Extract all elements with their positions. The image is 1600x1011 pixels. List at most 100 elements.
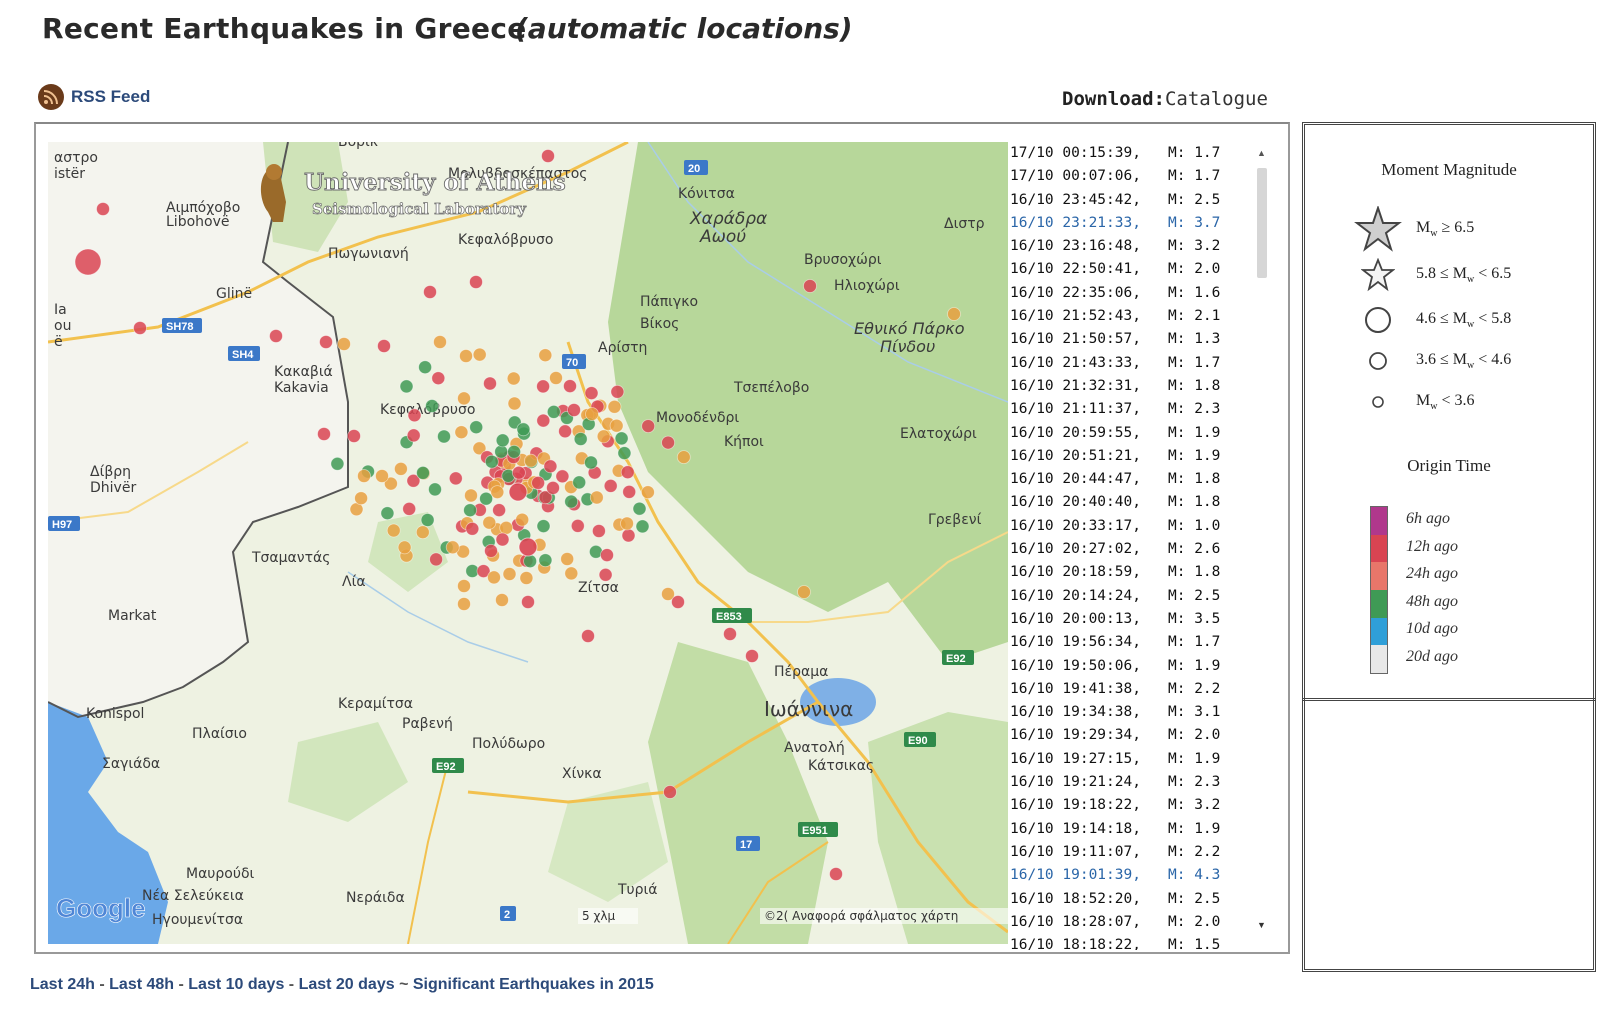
quake-marker[interactable] <box>641 485 655 500</box>
quake-marker[interactable] <box>459 349 473 363</box>
quake-marker[interactable] <box>536 379 551 394</box>
quake-list-scrollbar[interactable]: ▲ ▼ <box>1254 142 1270 950</box>
quake-marker[interactable] <box>499 520 514 535</box>
scroll-up-icon[interactable]: ▲ <box>1257 148 1266 158</box>
quake-marker[interactable] <box>431 371 446 386</box>
quake-marker[interactable] <box>472 347 487 362</box>
quake-marker[interactable] <box>745 649 759 663</box>
quake-marker[interactable] <box>330 456 345 471</box>
quake-list-row[interactable]: 16/10 21:11:37, M: 2.3 <box>1010 398 1272 421</box>
quake-marker[interactable] <box>546 404 561 419</box>
quake-list-row[interactable]: 16/10 20:40:40, M: 1.8 <box>1010 491 1272 514</box>
quake-marker[interactable] <box>797 585 811 599</box>
quake-marker[interactable] <box>947 307 961 321</box>
quake-marker[interactable] <box>423 285 437 299</box>
quake-list-row[interactable]: 16/10 20:44:47, M: 1.8 <box>1010 468 1272 491</box>
quake-list-row[interactable]: 17/10 00:15:39, M: 1.7 <box>1010 142 1272 165</box>
quake-list-row[interactable]: 16/10 21:32:31, M: 1.8 <box>1010 375 1272 398</box>
quake-marker[interactable] <box>420 513 435 527</box>
quake-marker[interactable] <box>560 552 575 566</box>
quake-marker[interactable] <box>482 515 497 530</box>
map-canvas[interactable]: αστροistërΑιμπόχοβοLibohovëΜολυβδοσκέπασ… <box>48 142 1008 944</box>
footer-link[interactable]: Last 24h <box>30 976 95 993</box>
quake-marker[interactable] <box>538 348 553 363</box>
quake-marker[interactable] <box>457 391 471 406</box>
quake-marker[interactable] <box>454 425 469 440</box>
quake-marker[interactable] <box>549 371 563 385</box>
quake-marker[interactable] <box>610 384 625 399</box>
quake-list-row[interactable]: 17/10 00:07:06, M: 1.7 <box>1010 165 1272 188</box>
quake-list-row[interactable]: 16/10 19:29:34, M: 2.0 <box>1010 724 1272 747</box>
quake-marker[interactable] <box>406 428 421 443</box>
quake-marker[interactable] <box>803 279 817 293</box>
earthquake-map[interactable]: αστρο istër Αιμπόχοβο Libohovë Μολυβδοσκέπασ… <box>48 142 1008 944</box>
quake-marker[interactable] <box>621 528 636 543</box>
quake-list-row[interactable]: 16/10 23:16:48, M: 3.2 <box>1010 235 1272 258</box>
quake-marker[interactable] <box>567 403 581 417</box>
quake-marker[interactable] <box>546 480 560 495</box>
quake-marker[interactable] <box>609 418 624 433</box>
quake-marker[interactable] <box>487 570 501 585</box>
quake-marker[interactable] <box>663 785 677 799</box>
map-report-link[interactable]: ©2( Αναφορά σφάλματος χάρτη <box>764 909 958 923</box>
quake-marker[interactable] <box>516 422 531 437</box>
quake-list-row[interactable]: 16/10 18:52:20, M: 2.5 <box>1010 888 1272 911</box>
quake-marker[interactable] <box>495 433 510 448</box>
quake-marker[interactable] <box>399 379 414 394</box>
quake-list-row[interactable]: 16/10 23:45:42, M: 2.5 <box>1010 189 1272 212</box>
quake-marker[interactable] <box>589 490 604 505</box>
quake-marker[interactable] <box>429 552 444 567</box>
quake-list-row[interactable]: 16/10 22:35:06, M: 1.6 <box>1010 282 1272 305</box>
quake-marker[interactable] <box>622 484 637 499</box>
quake-marker[interactable] <box>581 629 595 643</box>
quake-marker[interactable] <box>592 524 606 538</box>
quake-marker[interactable] <box>377 339 391 353</box>
quake-marker[interactable] <box>538 553 553 568</box>
quake-marker[interactable] <box>563 379 577 394</box>
quake-marker[interactable] <box>357 469 371 483</box>
quake-marker[interactable] <box>600 548 614 563</box>
significant-earthquakes-link[interactable]: Significant Earthquakes in 2015 <box>413 976 654 993</box>
quake-marker[interactable] <box>555 469 570 484</box>
quake-list-row[interactable]: 16/10 19:56:34, M: 1.7 <box>1010 631 1272 654</box>
quake-marker[interactable] <box>661 435 675 450</box>
quake-list-row[interactable]: 16/10 18:28:07, M: 2.0 <box>1010 911 1272 934</box>
quake-marker[interactable] <box>671 595 685 609</box>
quake-marker[interactable] <box>523 453 538 468</box>
footer-link[interactable]: Last 20 days <box>299 976 395 993</box>
quake-marker[interactable] <box>598 567 613 582</box>
quake-marker[interactable] <box>465 521 480 536</box>
quake-marker[interactable] <box>483 376 497 391</box>
quake-marker[interactable] <box>469 420 484 435</box>
quake-list-row[interactable]: 16/10 19:27:15, M: 1.9 <box>1010 748 1272 771</box>
quake-marker[interactable] <box>457 579 471 593</box>
footer-link[interactable]: Last 10 days <box>188 976 284 993</box>
quake-marker[interactable] <box>829 867 843 881</box>
quake-list-row[interactable]: 16/10 20:00:13, M: 3.5 <box>1010 608 1272 631</box>
quake-marker[interactable] <box>495 593 509 607</box>
quake-list-row[interactable]: 16/10 20:14:24, M: 2.5 <box>1010 585 1272 608</box>
quake-marker[interactable] <box>416 465 430 480</box>
quake-marker[interactable] <box>620 516 634 531</box>
quake-marker[interactable] <box>433 335 447 349</box>
quake-list-row[interactable]: 16/10 20:59:55, M: 1.9 <box>1010 422 1272 445</box>
quake-marker[interactable] <box>570 518 585 533</box>
quake-marker[interactable] <box>511 465 526 480</box>
quake-marker[interactable] <box>319 335 333 349</box>
quake-marker[interactable] <box>585 407 599 421</box>
quake-marker[interactable] <box>502 567 517 581</box>
quake-list-row[interactable]: 16/10 19:41:38, M: 2.2 <box>1010 678 1272 701</box>
footer-link[interactable]: Last 48h <box>109 976 174 993</box>
quake-list-row[interactable]: 16/10 20:27:02, M: 2.6 <box>1010 538 1272 561</box>
quake-marker[interactable] <box>573 432 588 446</box>
quake-marker[interactable] <box>96 202 110 216</box>
quake-marker[interactable] <box>386 523 401 538</box>
quake-list-row[interactable]: 16/10 22:50:41, M: 2.0 <box>1010 258 1272 281</box>
quake-marker[interactable] <box>543 459 558 474</box>
quake-list-row[interactable]: 16/10 20:18:59, M: 1.8 <box>1010 561 1272 584</box>
quake-marker[interactable] <box>620 465 635 480</box>
quake-marker[interactable] <box>572 475 587 490</box>
quake-marker[interactable] <box>507 444 522 459</box>
quake-list-row[interactable]: 16/10 19:14:18, M: 1.9 <box>1010 818 1272 841</box>
quake-marker[interactable] <box>133 321 147 335</box>
